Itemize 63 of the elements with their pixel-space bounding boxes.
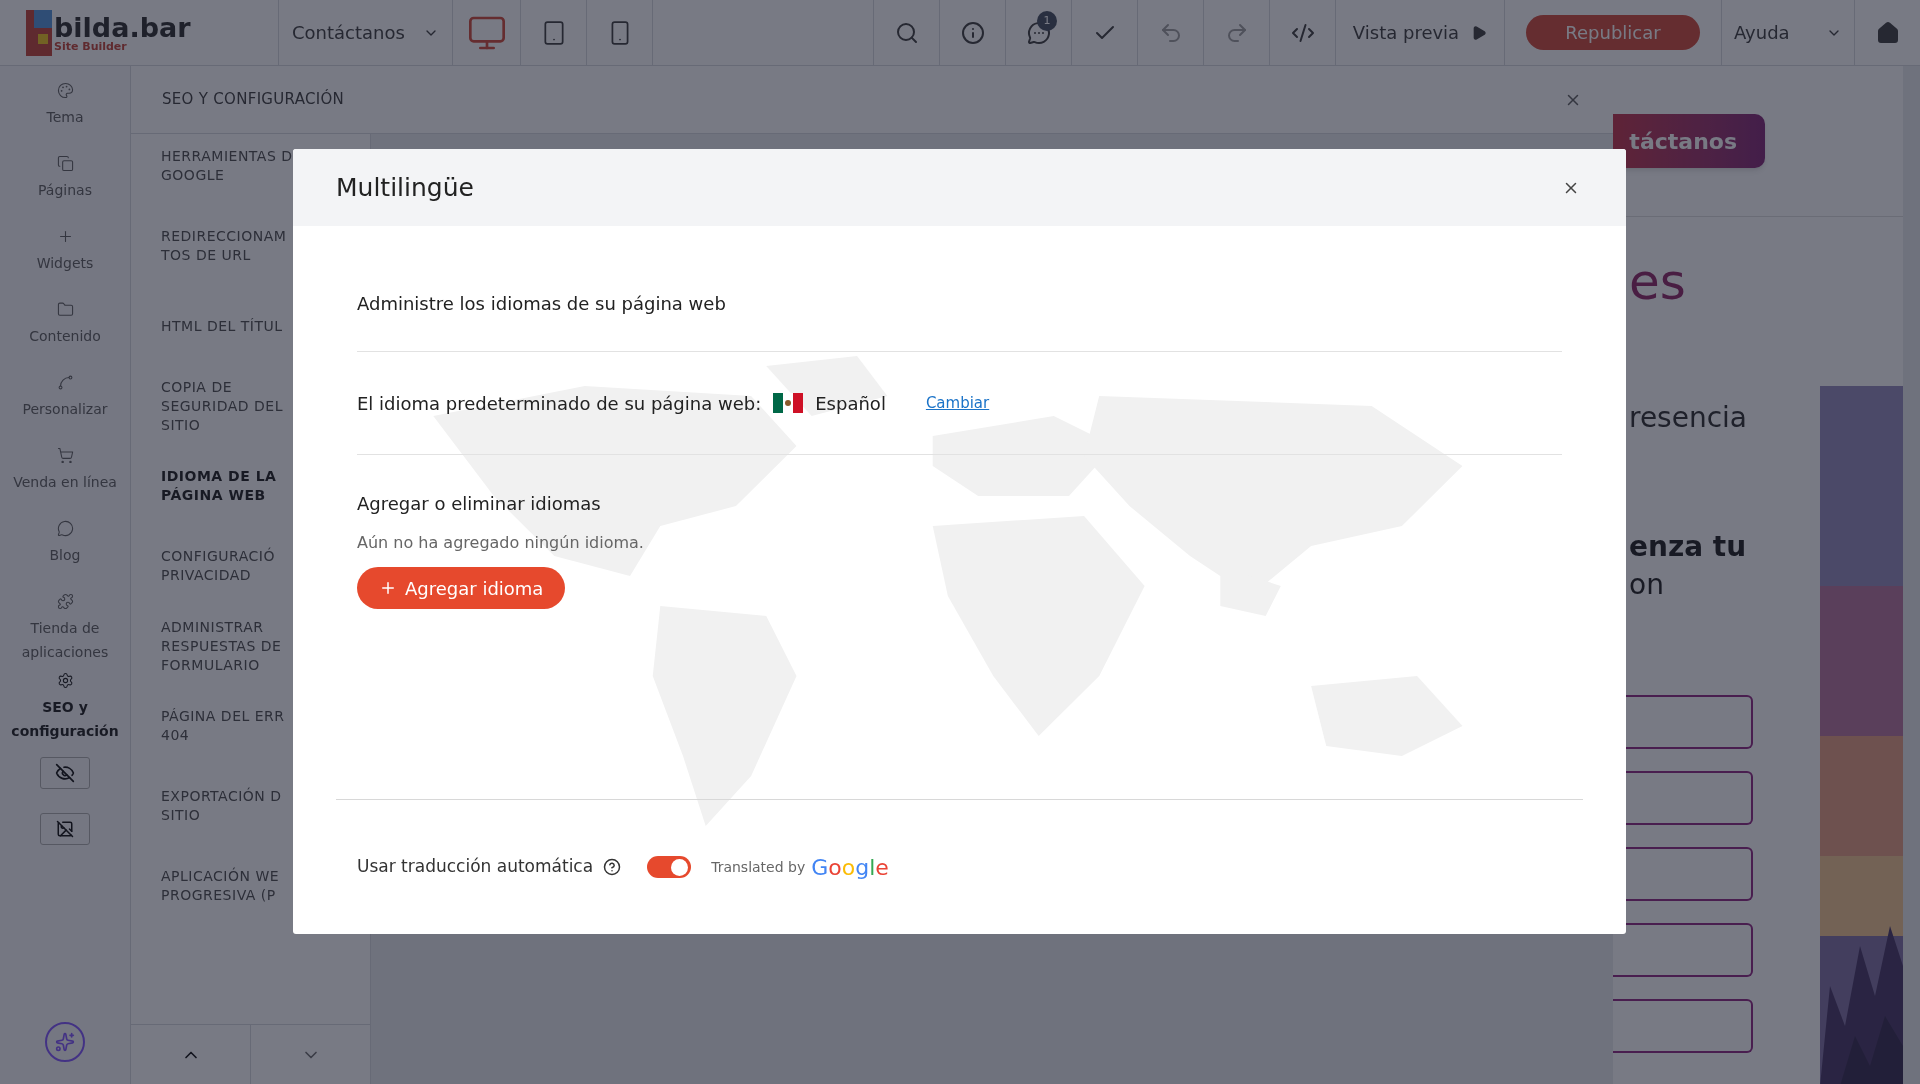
search-icon [894,20,919,45]
palette-icon [56,82,74,99]
logo-icon [26,9,52,56]
pages-icon [56,155,74,172]
add-language-button[interactable]: Agregar idioma [357,567,566,609]
puzzle-icon [56,593,74,610]
preview-button[interactable]: Vista previa [1335,0,1504,65]
play-icon [1471,24,1488,41]
change-link[interactable]: Cambiar [925,391,990,415]
sidebar-item[interactable]: Tienda de aplicaciones [0,589,131,668]
add-section-title: Agregar o eliminar idiomas [357,492,602,516]
default-language: Español [815,391,886,416]
panel-title: SEO Y CONFIGURACIÓN [162,88,345,111]
media-button[interactable] [40,813,90,845]
body-text: on [1628,567,1665,603]
section-title: Administre los idiomas de su página web [357,292,726,316]
eye-off-icon [55,763,75,783]
auto-translate-label: Usar traducción automática [357,855,594,879]
sidebar-item[interactable]: Widgets [0,224,131,297]
sparkles-icon [55,1032,75,1052]
input-field[interactable] [1613,923,1753,977]
logo-tagline: Site Builder [54,40,128,52]
settings-icon [56,672,74,689]
sidebar-item[interactable]: Venda en línea [0,443,131,516]
mexico-flag-icon [773,393,804,413]
help-dropdown[interactable]: Ayuda [1721,0,1854,65]
sidebar-item[interactable]: SEO y configuración [0,668,131,747]
sidebar-item[interactable]: Personalizar [0,370,131,443]
contact-button[interactable]: táctanos [1613,114,1765,168]
page-dropdown[interactable]: Contáctanos [278,0,452,65]
hide-button[interactable] [40,757,90,789]
body-text: resencia [1628,400,1748,436]
heading-text: es [1628,257,1687,307]
chat-icon [56,520,74,537]
image-icon [56,820,74,838]
ai-button[interactable] [45,1022,85,1062]
sidebar-item[interactable]: Contenido [0,297,131,370]
translated-by-text: Translated by [711,857,806,877]
logo-name: bilda.bar [54,13,191,41]
empty-message: Aún no ha agregado ningún idioma. [357,532,645,554]
settings-menu-item[interactable]: REDIRECCIONAM TOS DE URL [131,206,370,286]
default-language-label: El idioma predeterminado de su página web: [357,391,762,416]
auto-translate-toggle[interactable] [647,856,692,878]
input-field[interactable] [1613,999,1753,1053]
dialog-title: Multilingüe [336,171,474,204]
path-icon [56,374,74,391]
sidebar-item[interactable]: Blog [0,516,131,589]
settings-menu-item[interactable]: PÁGINA DEL ERR 404 [131,686,370,766]
notification-badge: 1 [1037,11,1057,31]
sidebar-item[interactable]: Páginas [0,151,131,224]
settings-menu-item[interactable]: EXPORTACIÓN D SITIO [131,766,370,846]
help-icon [603,858,622,876]
info-icon [960,20,985,45]
cart-icon [56,447,74,464]
google-logo: Google [811,853,889,882]
publish-button[interactable]: Republicar [1526,15,1700,50]
body-text: enza tu [1628,529,1748,565]
home-icon [1875,20,1900,45]
settings-menu-item[interactable]: ADMINISTRAR RESPUESTAS DE FORMULARIO [131,606,370,686]
sidebar-item[interactable]: Tema [0,78,131,151]
plus-icon [379,579,397,597]
comments-button[interactable]: 1 [1005,0,1071,65]
folder-icon [56,301,74,318]
